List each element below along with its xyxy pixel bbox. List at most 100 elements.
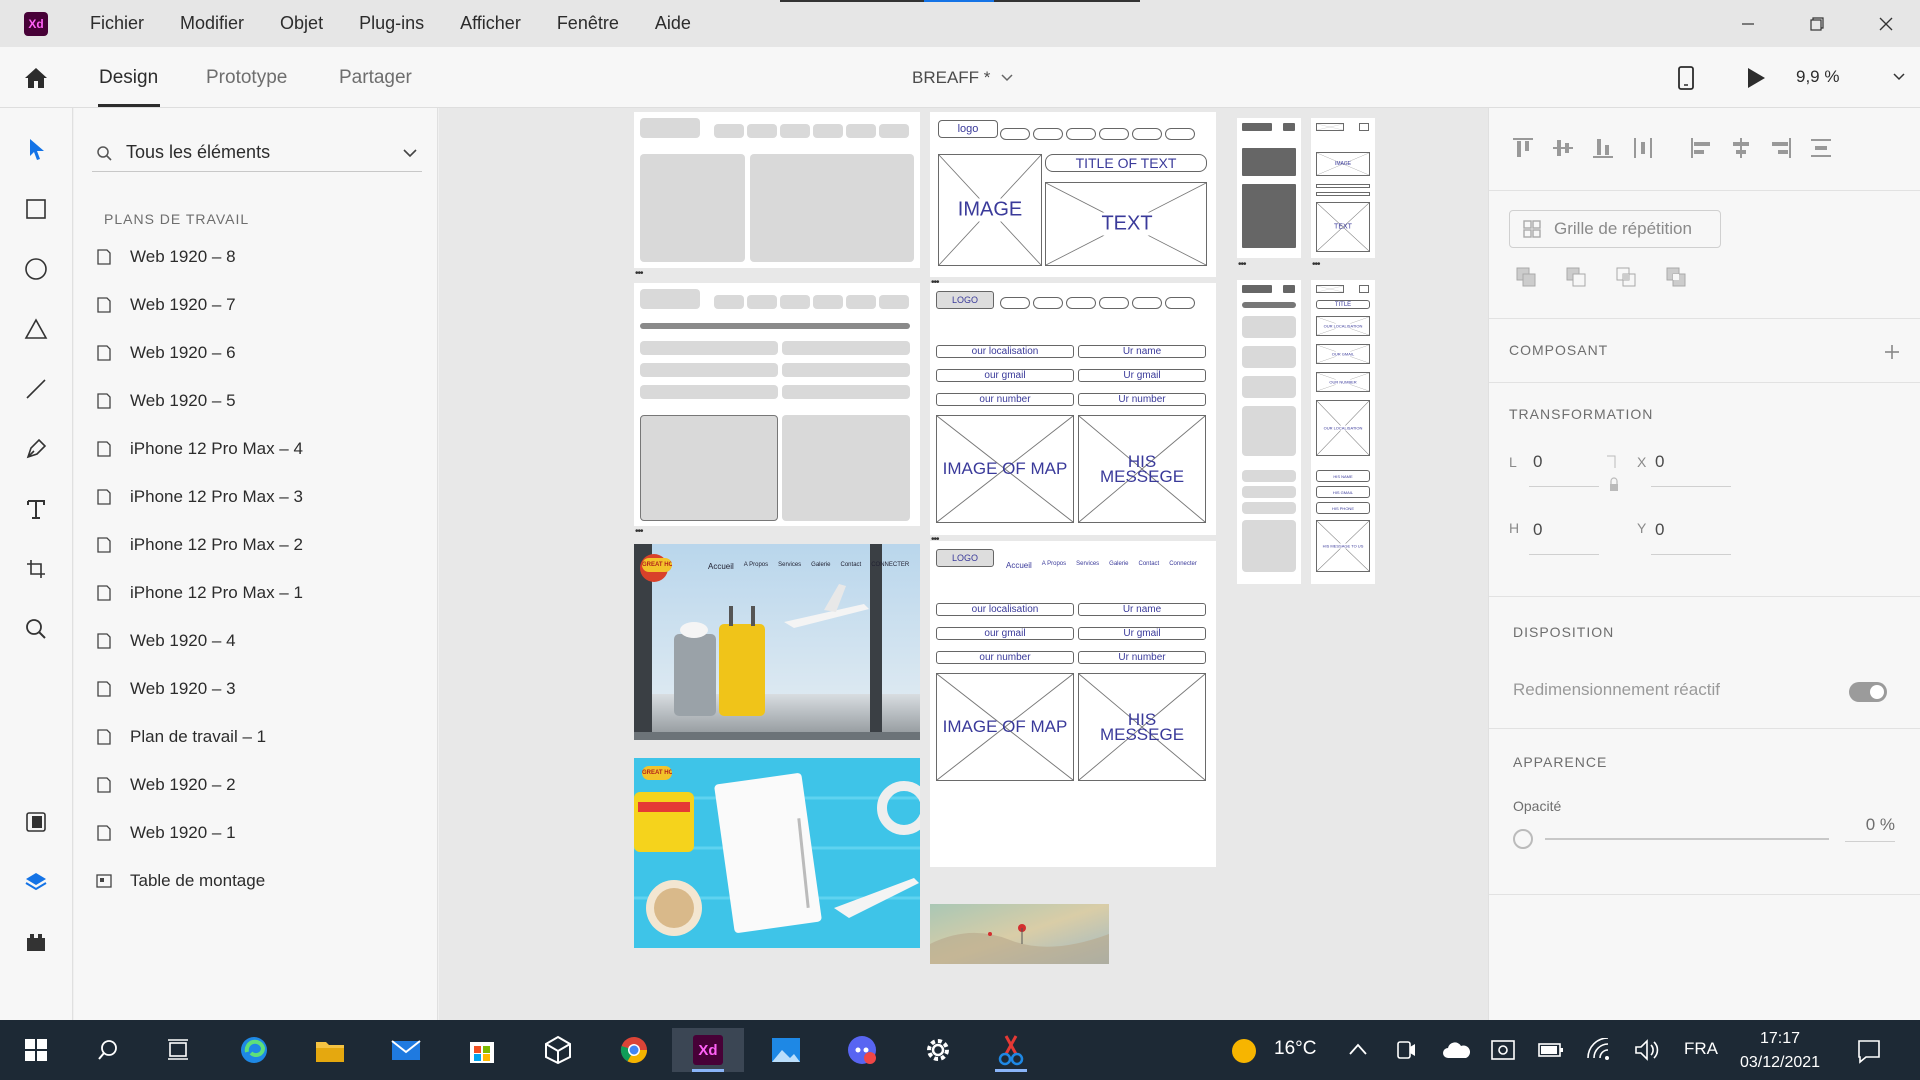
device-preview-button[interactable] (1676, 65, 1696, 96)
lock-aspect-icon[interactable] (1605, 454, 1621, 504)
plugins-button[interactable] (20, 926, 52, 958)
chrome-app[interactable] (610, 1028, 658, 1072)
zoom-select[interactable]: 9,9 % (1796, 67, 1906, 87)
distribute-vertical-icon[interactable] (1631, 136, 1655, 160)
store-app[interactable] (458, 1028, 506, 1072)
artboard-item[interactable]: Web 1920 – 8 (92, 233, 422, 281)
artboard-item[interactable]: Web 1920 – 3 (92, 665, 422, 713)
menu-afficher[interactable]: Afficher (460, 13, 521, 34)
3d-app[interactable] (534, 1028, 582, 1072)
ellipse-tool[interactable] (20, 253, 52, 285)
opacity-input[interactable]: 0 % (1845, 815, 1895, 842)
zoom-tool[interactable] (20, 613, 52, 645)
chevron-up-icon[interactable] (1348, 1042, 1368, 1056)
task-view-button[interactable] (154, 1028, 202, 1072)
y-input[interactable]: 0 (1655, 520, 1664, 540)
document-title[interactable]: BREAFF * (912, 68, 1014, 88)
add-shape-icon[interactable] (1515, 266, 1539, 290)
distribute-horizontal-icon[interactable] (1809, 136, 1833, 160)
artboard-item[interactable]: iPhone 12 Pro Max – 1 (92, 569, 422, 617)
artboard-mobile-grey-b[interactable] (1237, 280, 1301, 584)
artboard-tool[interactable] (20, 553, 52, 585)
artboard-wireframe-home[interactable]: logo TITLE OF TEXT IMAGE TEXT (930, 112, 1216, 277)
wifi-icon[interactable] (1586, 1038, 1610, 1062)
plus-icon[interactable] (1883, 343, 1901, 361)
notifications-icon[interactable] (1856, 1038, 1882, 1064)
layers-button[interactable] (20, 866, 52, 898)
volume-icon[interactable] (1634, 1038, 1660, 1062)
artboard-item[interactable]: Web 1920 – 5 (92, 377, 422, 425)
polygon-tool[interactable] (20, 313, 52, 345)
artboard-wireframe-contact-2[interactable]: LOGO Accueil A Propos Services Galerie C… (930, 541, 1216, 867)
tab-design[interactable]: Design (99, 67, 158, 89)
settings-app[interactable] (914, 1028, 962, 1072)
width-input[interactable]: 0 (1533, 452, 1542, 472)
subtract-shape-icon[interactable] (1565, 266, 1589, 290)
pen-tool[interactable] (20, 433, 52, 465)
photos-app[interactable] (762, 1028, 810, 1072)
x-input[interactable]: 0 (1655, 452, 1664, 472)
restore-button[interactable] (1782, 0, 1851, 47)
home-button[interactable] (20, 63, 52, 93)
align-left-icon[interactable] (1689, 136, 1713, 160)
artboard-mobile-grey-a[interactable] (1237, 118, 1301, 258)
minimize-button[interactable] (1713, 0, 1782, 47)
menu-fenetre[interactable]: Fenêtre (557, 13, 619, 34)
repeat-grid-button[interactable]: Grille de répétition (1509, 210, 1721, 248)
weather-temperature[interactable]: 16°C (1274, 1038, 1316, 1060)
artboard-item[interactable]: iPhone 12 Pro Max – 2 (92, 521, 422, 569)
align-bottom-icon[interactable] (1591, 136, 1615, 160)
design-canvas[interactable]: ••• ••• GREAT HO Accueil A Propos Servic… (439, 108, 1488, 1020)
text-tool[interactable] (20, 493, 52, 525)
artboard-item[interactable]: Web 1920 – 7 (92, 281, 422, 329)
onedrive-cloud-icon[interactable] (1442, 1040, 1470, 1060)
mail-app[interactable] (382, 1028, 430, 1072)
artboard-item[interactable]: iPhone 12 Pro Max – 3 (92, 473, 422, 521)
align-middle-icon[interactable] (1551, 136, 1575, 160)
artboard-mobile-blue-a[interactable]: IMAGE TEXT (1311, 118, 1375, 258)
artboard-item[interactable]: Web 1920 – 2 (92, 761, 422, 809)
align-right-icon[interactable] (1769, 136, 1793, 160)
artboard-item[interactable]: Web 1920 – 4 (92, 617, 422, 665)
artboard-item[interactable]: Web 1920 – 1 (92, 809, 422, 857)
preview-play-button[interactable] (1744, 65, 1768, 96)
screen-capture-icon[interactable] (1490, 1038, 1516, 1062)
menu-aide[interactable]: Aide (655, 13, 691, 34)
clock[interactable]: 17:17 03/12/2021 (1734, 1027, 1826, 1075)
align-center-icon[interactable] (1729, 136, 1753, 160)
artboard-photo-travel[interactable]: GREAT HOLIDAY Accueil A Propos Services … (634, 544, 920, 740)
artboard-item[interactable]: Web 1920 – 6 (92, 329, 422, 377)
input-language[interactable]: FRA (1684, 1039, 1718, 1059)
opacity-slider-track[interactable] (1545, 838, 1829, 840)
height-input[interactable]: 0 (1533, 520, 1542, 540)
assets-button[interactable] (20, 806, 52, 838)
artboard-wireframe-contact[interactable]: LOGO our localisation our gmail our numb… (930, 283, 1216, 535)
close-button[interactable] (1851, 0, 1920, 47)
weather-sun-icon[interactable] (1230, 1037, 1258, 1065)
artboard-mobile-blue-b[interactable]: TITLE OUR LOCALISATION OUR GMAIL OUR NUM… (1311, 280, 1375, 584)
discord-app[interactable] (838, 1028, 886, 1072)
artboard-map-photo[interactable] (930, 904, 1109, 964)
artboard-photo-notebook[interactable]: GREAT HOLIDAY (634, 758, 920, 948)
start-button[interactable] (12, 1028, 60, 1072)
battery-icon[interactable] (1538, 1042, 1564, 1058)
taskbar-search-button[interactable] (84, 1028, 132, 1072)
select-tool[interactable] (20, 133, 52, 165)
align-top-icon[interactable] (1511, 136, 1535, 160)
layers-filter-select[interactable]: Tous les éléments (92, 134, 422, 172)
artboard-web-wireframe-a[interactable] (634, 112, 920, 268)
artboard-web-wireframe-b[interactable] (634, 283, 920, 526)
menu-modifier[interactable]: Modifier (180, 13, 244, 34)
exclude-shape-icon[interactable] (1665, 266, 1689, 290)
pasteboard-item[interactable]: Table de montage (92, 857, 422, 905)
intersect-shape-icon[interactable] (1615, 266, 1639, 290)
opacity-slider-thumb[interactable] (1513, 829, 1533, 849)
file-explorer-app[interactable] (306, 1028, 354, 1072)
xd-app[interactable]: Xd (672, 1028, 744, 1072)
menu-fichier[interactable]: Fichier (90, 13, 144, 34)
menu-plugins[interactable]: Plug-ins (359, 13, 424, 34)
responsive-resize-toggle[interactable] (1849, 682, 1887, 702)
artboard-item[interactable]: iPhone 12 Pro Max – 4 (92, 425, 422, 473)
xd-app-icon[interactable]: Xd (24, 11, 48, 36)
meet-icon[interactable] (1396, 1038, 1416, 1062)
